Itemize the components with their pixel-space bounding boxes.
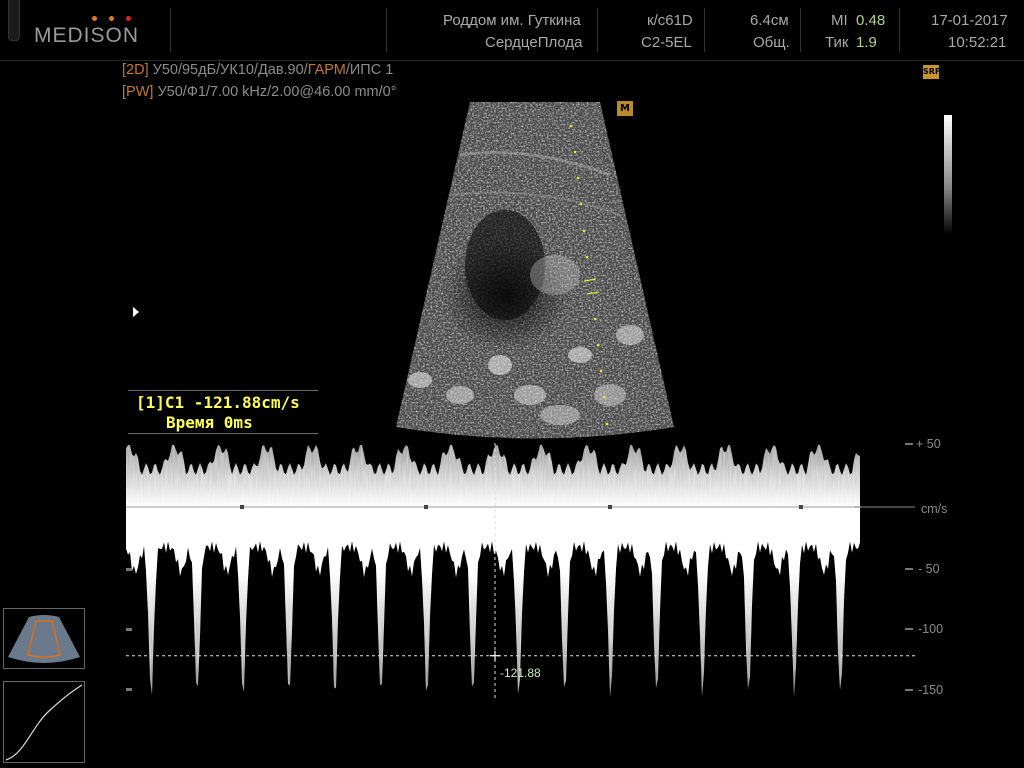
- measurement-bottom-rule: [128, 433, 318, 434]
- measurement-time: Время 0ms: [166, 413, 253, 432]
- header-divider: [704, 8, 705, 52]
- scale-label-minus50: - 50: [918, 562, 940, 576]
- exam-time: 10:52:21: [948, 34, 1007, 51]
- logo-dot: [92, 16, 97, 21]
- logo-dots: [92, 16, 136, 22]
- grayscale-bar: [944, 115, 952, 235]
- header-divider: [597, 8, 598, 52]
- params-2d-tag: [2D]: [122, 62, 149, 78]
- params-pw-line: [PW] У50/Ф1/7.00 kHz/2.00@46.00 mm/0°: [122, 84, 397, 100]
- header-divider: [170, 8, 171, 52]
- params-2d-harmonic: ГАРМ: [307, 62, 346, 78]
- cursor-velocity-readout: -121.88: [500, 666, 541, 680]
- b-mode-sector-image[interactable]: [380, 95, 690, 445]
- header-divider: [899, 8, 900, 52]
- mi-label: MI: [831, 12, 848, 29]
- preset-name: Общ.: [753, 34, 790, 51]
- sector-thumbnail[interactable]: [3, 608, 85, 669]
- measurement-cursor-overlay[interactable]: [126, 443, 926, 703]
- ti-label: Тик: [825, 34, 849, 51]
- exam-type: СердцеПлода: [485, 34, 583, 51]
- depth-value: 6.4см: [750, 12, 789, 29]
- gray-map-thumbnail[interactable]: [3, 681, 85, 763]
- header-bar: MEDISON Роддом им. Гуткина СердцеПлода к…: [0, 0, 1024, 61]
- params-2d-end: /ИПС 1: [345, 62, 394, 78]
- left-tick: [126, 628, 132, 631]
- gray-curve-icon: [5, 684, 83, 761]
- params-pw-tag: [PW]: [122, 84, 154, 100]
- header-divider: [800, 8, 801, 52]
- probe-name: C2-5EL: [641, 34, 692, 51]
- logo-dot: [126, 16, 131, 21]
- scale-unit: cm/s: [921, 502, 948, 516]
- sri-badge[interactable]: SRF: [923, 65, 940, 79]
- hospital-name: Роддом им. Гуткина: [443, 12, 581, 29]
- params-pw-values: У50/Ф1/7.00 kHz/2.00@46.00 mm/0°: [153, 84, 397, 100]
- logo-dot: [109, 16, 114, 21]
- operator-id: к/с61D: [647, 12, 693, 29]
- pointer-arrow-icon: [133, 307, 139, 317]
- measurement-top-rule: [128, 390, 318, 391]
- params-2d-line: [2D] У50/95дБ/УК10/Дав.90/ГАРМ/ИПС 1: [122, 62, 393, 78]
- measurement-box: [1]C1 -121.88cm/s Время 0ms: [128, 390, 318, 434]
- scale-tick: [905, 443, 913, 445]
- crosshair-icon[interactable]: [490, 650, 500, 661]
- measurement-velocity: [1]C1 -121.88cm/s: [136, 393, 300, 412]
- header-divider: [386, 8, 387, 52]
- side-tab-handle[interactable]: [8, 0, 20, 41]
- exam-date: 17-01-2017: [931, 12, 1008, 29]
- scale-tick: [905, 689, 913, 691]
- scale-tick: [905, 568, 913, 570]
- ti-value: 1.9: [856, 34, 877, 51]
- scale-tick: [905, 628, 913, 630]
- params-2d-values: У50/95дБ/УК10/Дав.90/: [148, 62, 308, 78]
- scale-label-plus50: + 50: [916, 437, 941, 451]
- left-tick: [126, 568, 132, 571]
- scale-label-minus100: -100: [918, 622, 944, 636]
- mi-value: 0.48: [856, 12, 886, 29]
- scale-label-minus150: -150: [918, 683, 944, 697]
- brand-logo: MEDISON: [34, 24, 140, 47]
- left-tick: [126, 688, 132, 691]
- sector-thumbnail-icon: [8, 615, 80, 663]
